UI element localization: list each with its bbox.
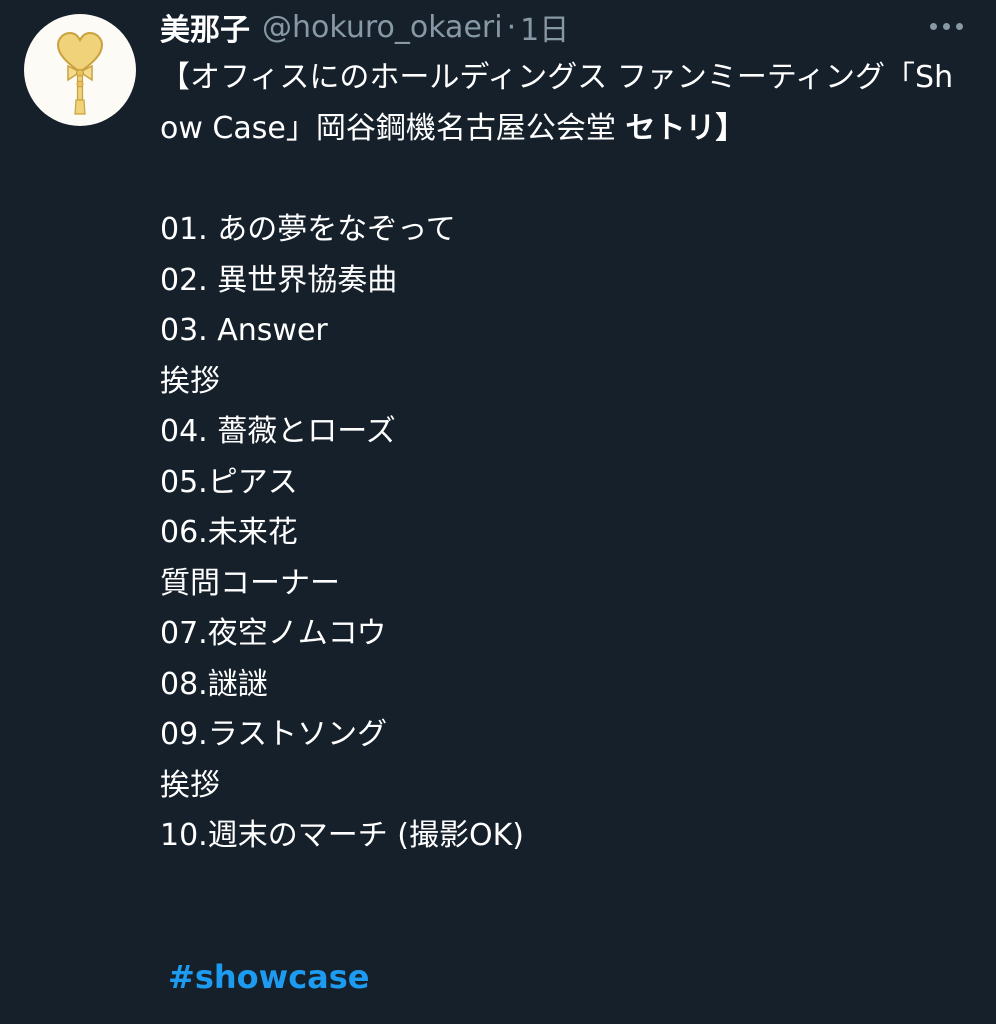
- setlist-item: 10.週末のマーチ (撮影OK): [160, 818, 524, 853]
- setlist-item: 04. 薔薇とローズ: [160, 414, 396, 449]
- setlist-item: 05.ピアス: [160, 464, 298, 500]
- tweet-content: 美那子 @hokuro_okaeri · 1日 【オフィスにのホールディングス …: [160, 0, 970, 862]
- setlist: 01. あの夢をなぞって 02. 異世界協奏曲 03. Answer 挨拶 04…: [160, 205, 970, 862]
- setlist-item: 03. Answer: [160, 313, 328, 348]
- setlist-item: 09.ラストソング: [160, 717, 388, 752]
- setlist-item: 06.未来花: [160, 515, 298, 550]
- setlist-item: 01. あの夢をなぞって: [160, 212, 456, 247]
- user-handle[interactable]: @hokuro_okaeri: [262, 10, 503, 45]
- setlist-item: 挨拶: [160, 767, 220, 803]
- more-dot: [929, 22, 937, 30]
- tweet: 美那子 @hokuro_okaeri · 1日 【オフィスにのホールディングス …: [0, 0, 996, 1024]
- setlist-item: 質問コーナー: [160, 565, 340, 601]
- display-name[interactable]: 美那子: [160, 5, 250, 49]
- avatar[interactable]: [24, 14, 136, 126]
- setlist-item: 07.夜空ノムコウ: [160, 616, 387, 651]
- tweet-title: 【オフィスにのホールディングス ファンミーティング「Show Case」岡谷鋼機…: [160, 52, 970, 154]
- separator-dot: ·: [506, 9, 517, 45]
- title-prefix: 【オフィスにのホールディングス ファンミーティング「Show Case」岡谷鋼機…: [160, 60, 954, 146]
- hashtag-link[interactable]: #showcase: [168, 958, 370, 996]
- heart-wand-avatar-icon: [56, 31, 104, 115]
- title-suffix: 】: [715, 111, 746, 146]
- more-dot: [955, 22, 963, 30]
- setlist-item: 挨拶: [160, 363, 220, 399]
- setlist-item: 08.謎謎: [160, 666, 268, 702]
- tweet-header: 美那子 @hokuro_okaeri · 1日: [160, 0, 970, 52]
- more-icon[interactable]: [918, 6, 974, 46]
- more-dot: [942, 22, 950, 30]
- setlist-item: 02. 異世界協奏曲: [160, 262, 398, 298]
- timestamp[interactable]: 1日: [520, 5, 569, 49]
- title-bold: セトリ: [625, 111, 716, 146]
